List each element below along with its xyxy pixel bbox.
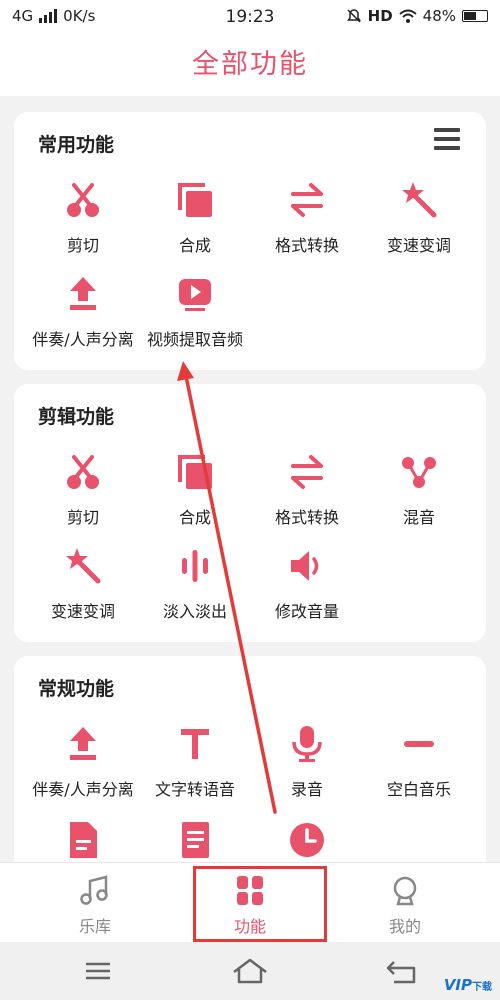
watermark-brand: VIP [443,976,472,994]
tab-library[interactable]: 乐库 [12,863,178,943]
tab-label: 我的 [388,917,421,936]
battery-icon [462,10,488,22]
function-item-mix[interactable]: 混音 [360,452,478,532]
function-item-convert[interactable]: 格式转换 [248,452,366,532]
function-item-merge[interactable]: 合成 [136,452,254,532]
music-note-icon [80,875,108,905]
merge-icon [175,180,215,220]
item-label: 修改音量 [274,602,339,621]
convert-icon [287,452,327,492]
function-item-cut[interactable]: 剪切 [24,180,142,260]
wifi-icon [398,9,417,23]
item-label: 格式转换 [274,508,339,527]
tab-mine[interactable]: 我的 [322,863,488,943]
waveform-icon [175,546,215,586]
mix-icon [399,452,439,492]
tab-label: 功能 [233,917,266,936]
item-label: 混音 [402,508,435,527]
item-label: 格式转换 [274,236,339,255]
item-label: 剪切 [66,236,99,255]
mute-bell-icon [346,9,361,23]
function-item-blank-music[interactable]: 空白音乐 [360,724,478,804]
item-label: 变速变调 [50,602,115,621]
item-label: 视频提取音频 [146,330,243,349]
item-label: 变速变调 [386,236,451,255]
item-label: 合成 [178,508,211,527]
tab-label: 乐库 [78,917,111,936]
upload-icon [63,274,103,314]
scissors-icon [63,452,103,492]
section-title: 剪辑功能 [38,406,115,428]
section-title: 常规功能 [38,678,115,700]
function-item-speed-pitch[interactable]: 变速变调 [24,546,142,626]
home-icon[interactable] [230,956,270,986]
section-common: 常用功能 剪切 合成 格式转换 变速变调 伴奏/人声分离 视频提取音频 [14,112,486,370]
watermark: VIP下载 [444,976,492,994]
item-label: 伴奏/人声分离 [32,780,134,799]
function-item-volume[interactable]: 修改音量 [248,546,366,626]
volume-icon [287,546,327,586]
item-label: 文字转语音 [154,780,235,799]
tab-functions[interactable]: 功能 [167,863,333,943]
item-label: 淡入淡出 [162,602,227,621]
text-icon [175,724,215,764]
bottom-tab-bar: 乐库 功能 我的 [0,862,500,942]
item-label: 空白音乐 [386,780,451,799]
page-title: 全部功能 [192,49,308,80]
status-bar: 4G 0K/s 19:23 HD 48% [0,0,500,34]
hd-badge: HD [367,7,393,25]
grid-icon [237,876,263,905]
microphone-icon [287,724,327,764]
scissors-icon [63,180,103,220]
menu-icon[interactable] [78,956,118,986]
magic-wand-icon [63,546,103,586]
magic-wand-icon [399,180,439,220]
function-item-vocal-separation[interactable]: 伴奏/人声分离 [24,274,142,354]
watermark-suffix: 下载 [472,982,492,993]
function-item-extract-audio[interactable]: 视频提取音频 [136,274,254,354]
function-item-speed-pitch[interactable]: 变速变调 [360,180,478,260]
system-nav-bar: VIP下载 [0,942,500,1000]
function-item-record[interactable]: 录音 [248,724,366,804]
app-header: 全部功能 [0,34,500,96]
function-item-fade[interactable]: 淡入淡出 [136,546,254,626]
convert-icon [287,180,327,220]
section-general: 常规功能 伴奏/人声分离 文字转语音 录音 空白音乐 [14,656,486,876]
function-item-text-to-speech[interactable]: 文字转语音 [136,724,254,804]
section-editing: 剪辑功能 剪切 合成 格式转换 混音 变速变调 淡入淡出 修改音量 [14,384,486,642]
profile-icon [393,876,417,906]
section-title: 常用功能 [38,134,115,156]
upload-icon [63,724,103,764]
video-icon [175,274,215,314]
function-item-cut[interactable]: 剪切 [24,452,142,532]
item-label: 录音 [290,780,323,799]
function-item-vocal-separation[interactable]: 伴奏/人声分离 [24,724,142,804]
item-label: 合成 [178,236,211,255]
merge-icon [175,452,215,492]
function-item-convert[interactable]: 格式转换 [248,180,366,260]
item-label: 伴奏/人声分离 [32,330,134,349]
list-icon [175,820,215,860]
minus-icon [399,724,439,764]
menu-icon[interactable] [434,128,460,150]
battery-percent: 48% [422,7,456,25]
item-label: 剪切 [66,508,99,527]
clock-icon [287,820,327,860]
back-icon[interactable] [382,956,422,986]
document-icon [63,820,103,860]
function-item-merge[interactable]: 合成 [136,180,254,260]
